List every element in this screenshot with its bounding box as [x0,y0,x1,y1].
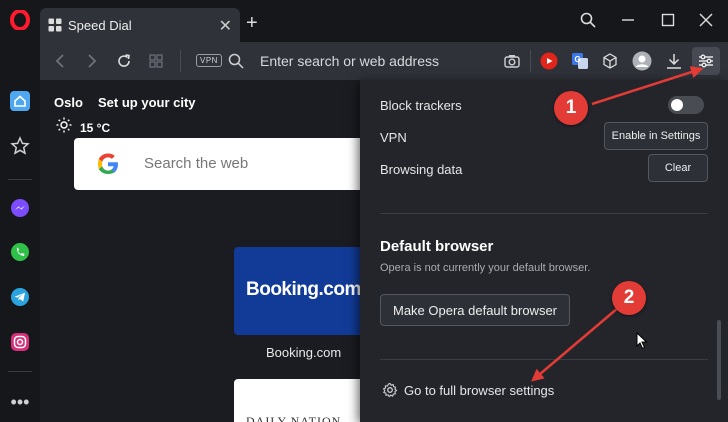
annotation-arrows [531,66,704,382]
annotation-badge-2: 2 [612,281,646,315]
annotation-badge-1: 1 [554,91,588,125]
